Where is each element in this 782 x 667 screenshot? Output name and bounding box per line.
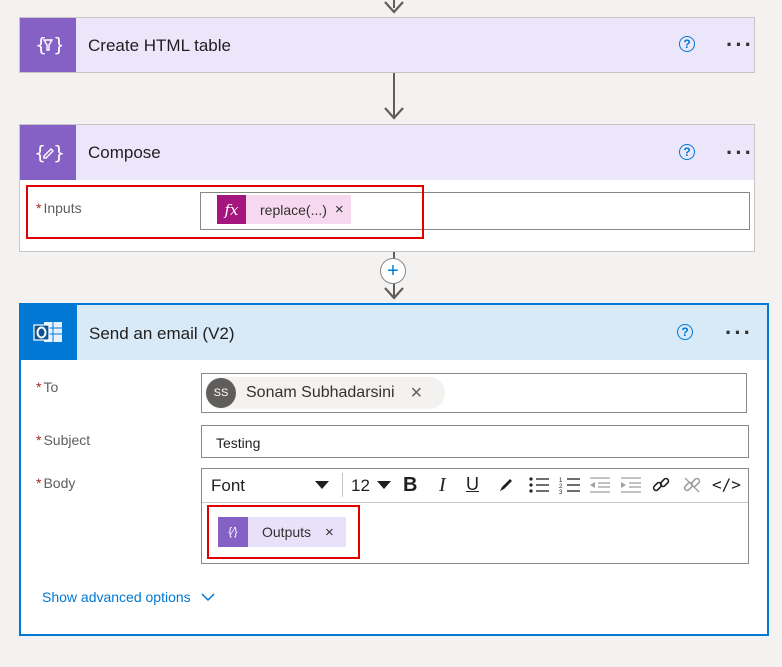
bullet-list-icon[interactable]: [528, 476, 550, 494]
required-mark: *: [36, 432, 42, 448]
font-select[interactable]: Font: [211, 476, 245, 496]
to-label: * To: [36, 379, 58, 395]
font-size-dropdown-icon[interactable]: [377, 481, 391, 490]
font-dropdown-icon[interactable]: [315, 481, 329, 490]
bold-icon[interactable]: B: [403, 474, 417, 497]
highlight-pen-icon[interactable]: [497, 476, 515, 494]
send-email-card[interactable]: Send an email (V2) ? ··· * To SS Sonam Su…: [19, 303, 769, 636]
italic-icon[interactable]: I: [439, 474, 446, 497]
required-mark: *: [36, 475, 42, 491]
compose-header[interactable]: {} Compose ? ···: [20, 125, 754, 180]
recipient-remove-icon[interactable]: ×: [411, 382, 423, 405]
create-html-table-card[interactable]: {} Create HTML table ? ···: [19, 17, 755, 73]
show-advanced-options-link[interactable]: Show advanced options: [42, 589, 215, 605]
code-view-icon[interactable]: </>: [712, 475, 741, 494]
font-size-select[interactable]: 12: [351, 476, 370, 496]
body-label-text: Body: [43, 475, 76, 491]
create-html-table-header[interactable]: {} Create HTML table ? ···: [20, 18, 754, 72]
unlink-icon[interactable]: [682, 475, 702, 495]
send-email-header[interactable]: Send an email (V2) ? ···: [21, 305, 767, 360]
svg-text:{: {: [34, 142, 46, 164]
numbered-list-icon[interactable]: 123: [559, 476, 581, 494]
recipient-chip[interactable]: SS Sonam Subhadarsini ×: [205, 377, 445, 409]
help-icon[interactable]: ?: [677, 324, 693, 340]
create-html-table-title: Create HTML table: [88, 36, 231, 55]
outputs-highlight-box: [207, 505, 360, 559]
increase-indent-icon[interactable]: [620, 476, 642, 494]
link-icon[interactable]: [651, 475, 671, 495]
svg-text:}: }: [53, 142, 63, 164]
svg-text:{: {: [35, 34, 47, 56]
body-label: * Body: [36, 475, 75, 491]
send-email-title: Send an email (V2): [89, 324, 235, 343]
more-options-icon[interactable]: ···: [726, 34, 754, 56]
data-operation-icon: {}: [20, 18, 76, 72]
more-options-icon[interactable]: ···: [725, 322, 753, 344]
compose-title: Compose: [88, 143, 161, 162]
connector-arrowhead: [384, 287, 404, 300]
subject-field[interactable]: Testing: [201, 425, 749, 458]
add-step-button[interactable]: +: [380, 258, 406, 284]
to-label-text: To: [43, 379, 59, 395]
compose-icon: {}: [20, 125, 76, 180]
inputs-highlight-box: [26, 185, 424, 239]
avatar: SS: [206, 378, 236, 408]
subject-label-text: Subject: [43, 432, 91, 448]
advanced-options-label: Show advanced options: [42, 589, 191, 605]
subject-value: Testing: [216, 435, 261, 451]
svg-text:}: }: [53, 34, 62, 56]
subject-label: * Subject: [36, 432, 90, 448]
help-icon[interactable]: ?: [679, 144, 695, 160]
underline-icon[interactable]: U: [466, 474, 479, 495]
help-icon[interactable]: ?: [679, 36, 695, 52]
decrease-indent-icon[interactable]: [589, 476, 611, 494]
required-mark: *: [36, 379, 42, 395]
connector-top-arrowhead: [384, 1, 404, 14]
chevron-down-icon: [201, 592, 215, 601]
more-options-icon[interactable]: ···: [726, 142, 754, 164]
plus-icon: +: [387, 260, 399, 282]
outlook-icon: [21, 305, 77, 360]
recipient-name: Sonam Subhadarsini: [246, 384, 395, 401]
body-toolbar: Font 12 B I U 123 </>: [202, 469, 748, 503]
connector-arrowhead: [384, 107, 404, 120]
toolbar-separator: [342, 473, 343, 497]
svg-text:3: 3: [559, 490, 563, 494]
